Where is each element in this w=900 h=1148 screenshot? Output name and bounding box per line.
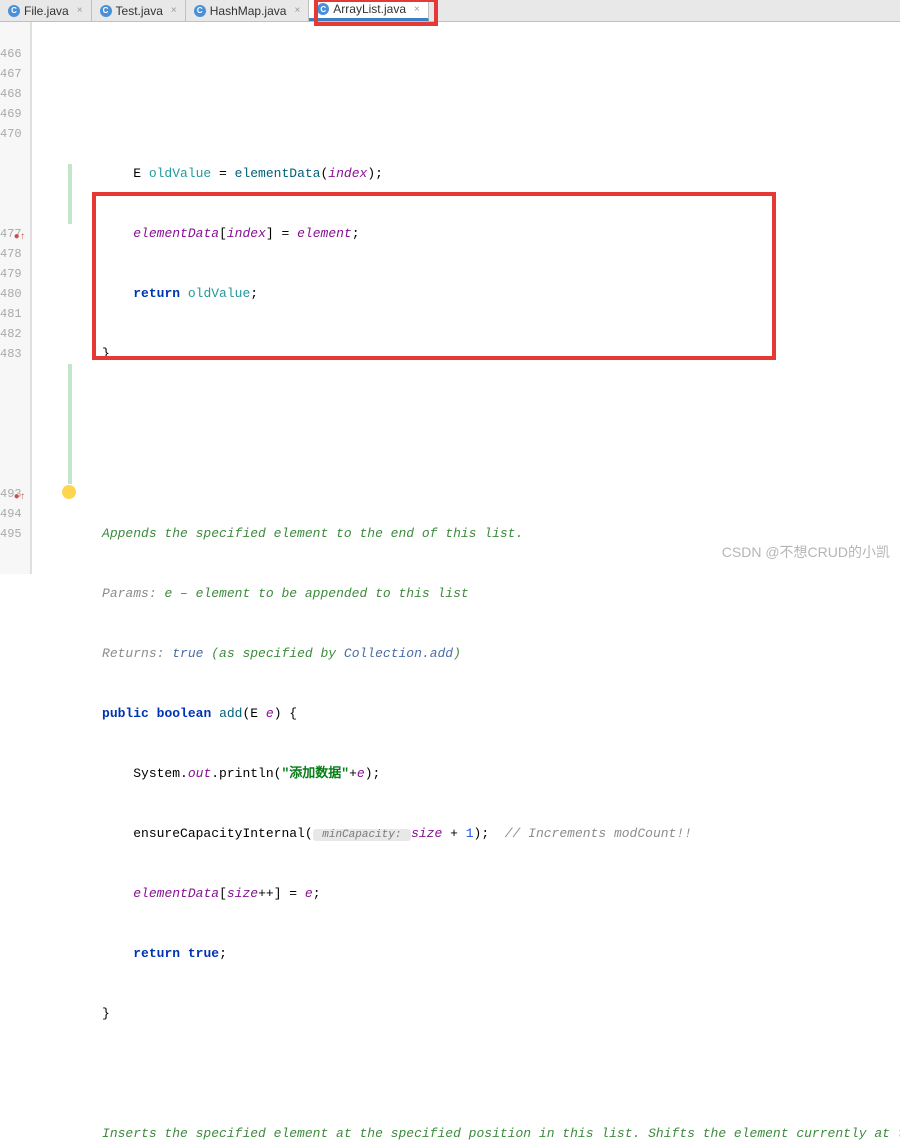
close-icon[interactable]: × bbox=[414, 4, 420, 15]
tab-file[interactable]: CFile.java× bbox=[0, 0, 92, 21]
override-annotation-icon[interactable]: ●↑ bbox=[14, 488, 24, 498]
line-gutter[interactable]: 466 467 468 469 470 477●↑ 478 479 480 48… bbox=[0, 22, 31, 574]
code-content[interactable]: E oldValue = elementData(index); element… bbox=[32, 22, 900, 574]
close-icon[interactable]: × bbox=[77, 5, 83, 16]
editor-area: 466 467 468 469 470 477●↑ 478 479 480 48… bbox=[0, 22, 900, 574]
java-class-icon: C bbox=[8, 5, 20, 17]
close-icon[interactable]: × bbox=[171, 5, 177, 16]
java-class-icon: C bbox=[317, 3, 329, 15]
intention-bulb-icon[interactable] bbox=[62, 485, 76, 499]
java-class-icon: C bbox=[100, 5, 112, 17]
tab-hashmap[interactable]: CHashMap.java× bbox=[186, 0, 310, 21]
java-class-icon: C bbox=[194, 5, 206, 17]
doc-indicator bbox=[68, 164, 72, 224]
tab-test[interactable]: CTest.java× bbox=[92, 0, 186, 21]
override-annotation-icon[interactable]: ●↑ bbox=[14, 228, 24, 238]
doc-indicator bbox=[68, 364, 72, 484]
close-icon[interactable]: × bbox=[294, 5, 300, 16]
editor-tabs: CFile.java× CTest.java× CHashMap.java× C… bbox=[0, 0, 900, 22]
watermark-text: CSDN @不想CRUD的小凯 bbox=[722, 542, 890, 562]
param-hint: minCapacity: bbox=[313, 829, 411, 841]
tab-arraylist[interactable]: CArrayList.java× bbox=[309, 0, 429, 21]
